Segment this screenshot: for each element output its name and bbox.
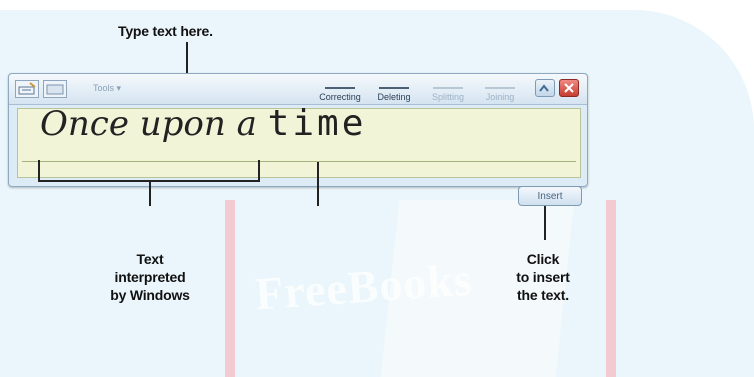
action-label: Splitting <box>431 92 465 102</box>
callout-text: Text <box>136 251 164 267</box>
callout-text: the text. <box>517 287 569 303</box>
deleting-action[interactable]: Deleting <box>369 78 419 102</box>
callout-text: to insert <box>516 269 570 285</box>
sloppy-handwriting: time <box>267 103 367 144</box>
insert-button[interactable]: Insert <box>518 186 582 206</box>
splitting-action[interactable]: Splitting <box>423 78 473 102</box>
callout-line-insert <box>544 206 546 240</box>
action-label: Deleting <box>377 92 411 102</box>
callout-text: Click <box>526 251 560 267</box>
close-icon[interactable] <box>559 79 579 97</box>
dock-icon[interactable] <box>535 79 555 97</box>
keyboard-icon[interactable] <box>15 80 39 98</box>
interpreted-handwriting: Once upon a <box>40 104 257 144</box>
callout-text: interpreted <box>114 269 186 285</box>
callout-type-here: Type text here. <box>118 23 213 39</box>
panel-toolbar: Tools ▾ Correcting Deleting Splitting Jo… <box>9 74 587 105</box>
joining-action[interactable]: Joining <box>475 78 525 102</box>
action-label: Joining <box>485 92 515 102</box>
callout-line-sloppy <box>317 162 319 206</box>
tools-menu[interactable]: Tools ▾ <box>93 83 121 94</box>
callout-interpreted: Text interpreted by Windows <box>70 250 230 304</box>
writing-pad-icon[interactable] <box>43 80 67 98</box>
background-stripe <box>606 200 616 377</box>
correcting-action[interactable]: Correcting <box>315 78 365 102</box>
background-shape <box>0 10 754 377</box>
bracket-interpreted <box>38 160 260 182</box>
action-label: Correcting <box>319 92 361 102</box>
handwritten-text: Once upon a time <box>40 103 366 144</box>
callout-text: by Windows <box>110 287 190 303</box>
callout-insert: Click to insert the text. <box>488 250 598 304</box>
callout-line-interpreted <box>149 180 151 206</box>
